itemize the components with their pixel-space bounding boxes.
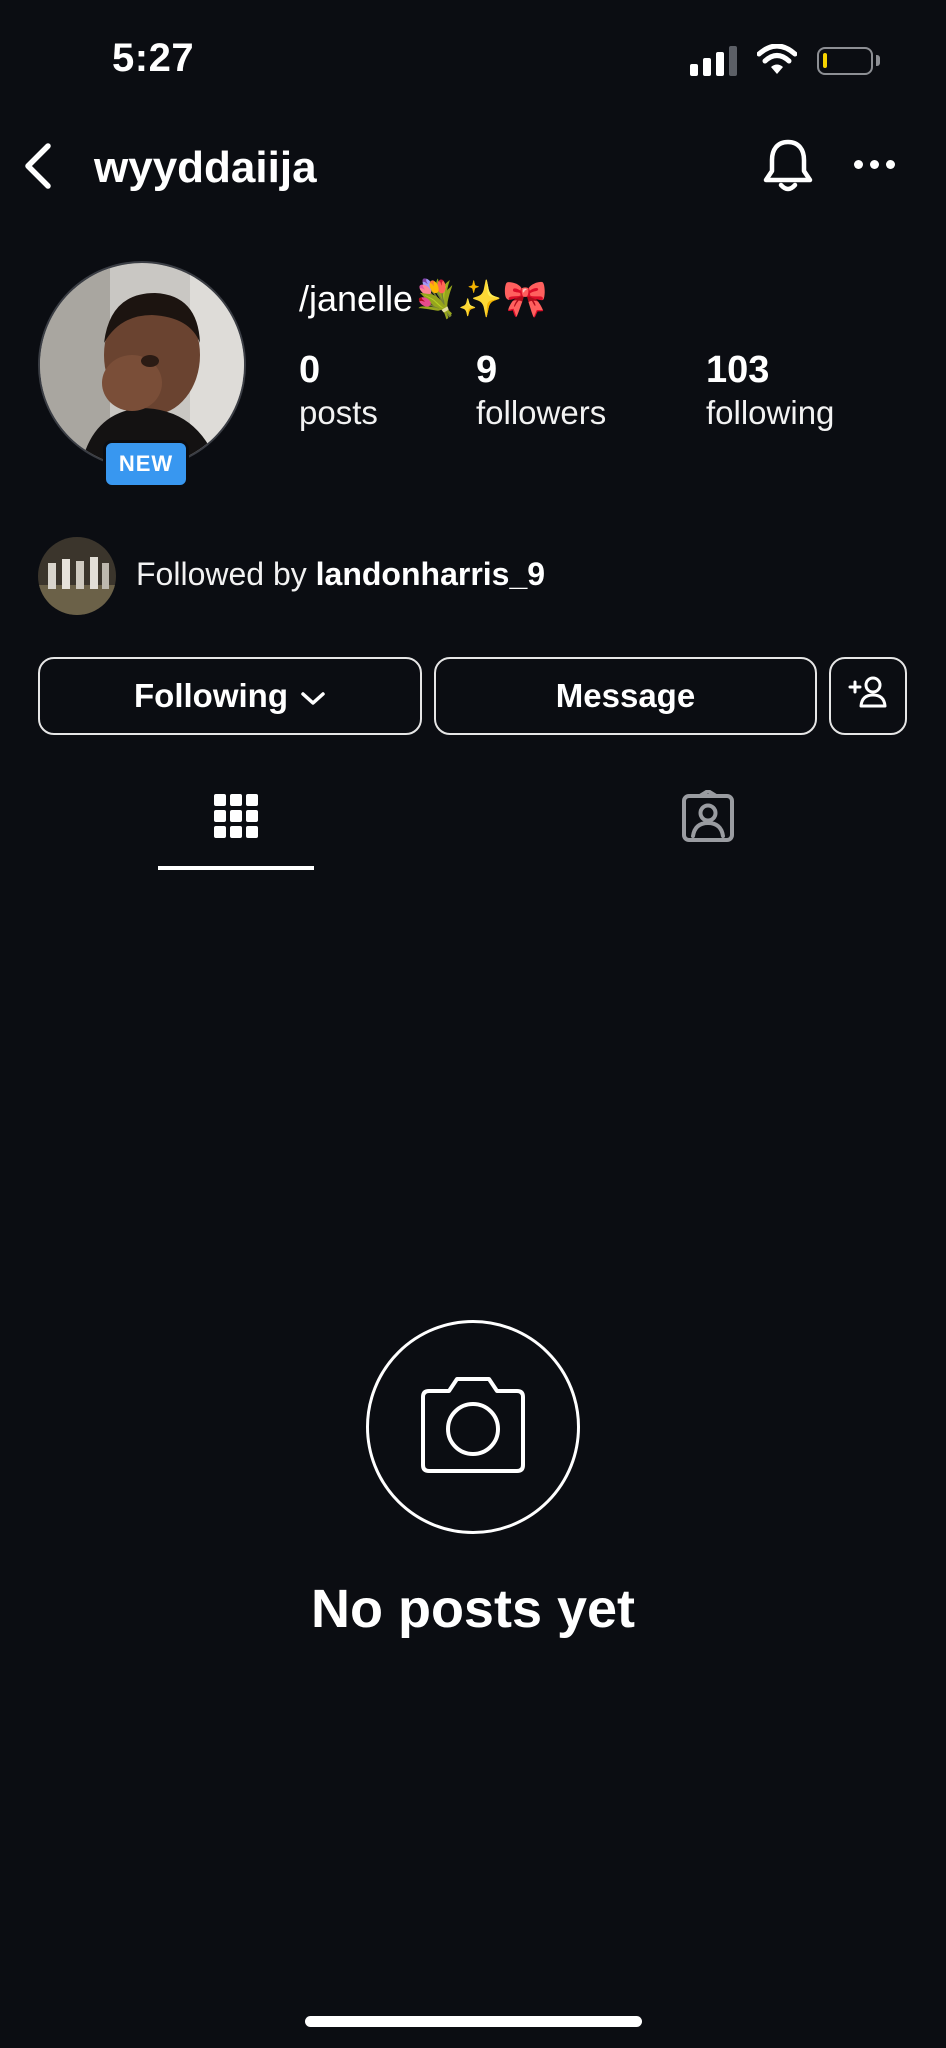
stat-followers-count: 9 xyxy=(476,349,498,391)
stat-following-count: 103 xyxy=(706,349,770,391)
profile-full-name: /janelle💐✨🎀 xyxy=(299,278,548,319)
message-button[interactable]: Message xyxy=(434,657,817,735)
stat-following[interactable]: 103 following xyxy=(706,347,834,433)
status-time: 5:27 xyxy=(112,36,195,80)
stat-following-label: following xyxy=(706,394,835,431)
followed-by-text[interactable]: Followed by landonharris_9 xyxy=(136,556,545,593)
profile-avatar[interactable] xyxy=(38,261,246,469)
followed-by-prefix: Followed by xyxy=(136,556,316,592)
stat-followers-label: followers xyxy=(476,394,607,431)
home-indicator[interactable] xyxy=(305,2016,642,2027)
followed-by-username: landonharris_9 xyxy=(315,556,546,592)
tab-tagged[interactable] xyxy=(630,780,786,872)
active-tab-indicator xyxy=(158,866,314,870)
add-person-icon xyxy=(848,674,888,718)
more-options-icon[interactable] xyxy=(854,160,895,169)
wifi-icon xyxy=(756,43,798,81)
camera-icon xyxy=(413,1373,533,1482)
stat-posts-count: 0 xyxy=(299,349,321,391)
tab-posts-grid[interactable] xyxy=(158,780,314,872)
battery-tip xyxy=(876,55,880,66)
profile-username: wyyddaiija xyxy=(94,143,317,192)
following-button[interactable]: Following xyxy=(38,657,422,735)
stat-followers[interactable]: 9 followers xyxy=(476,347,606,433)
battery-icon xyxy=(817,47,873,75)
new-badge: NEW xyxy=(103,440,189,488)
tagged-icon xyxy=(680,789,736,872)
suggested-users-button[interactable] xyxy=(829,657,907,735)
back-icon[interactable] xyxy=(20,140,56,197)
stat-posts: 0 posts xyxy=(299,347,378,433)
empty-state-title: No posts yet xyxy=(310,1579,636,1639)
following-button-label: Following xyxy=(134,677,288,714)
chevron-down-icon xyxy=(300,677,326,715)
cellular-signal-icon xyxy=(690,46,737,76)
bell-icon[interactable] xyxy=(758,136,818,201)
grid-icon xyxy=(212,792,260,872)
mutual-follower-avatar[interactable] xyxy=(38,537,116,615)
empty-state-circle xyxy=(366,1320,580,1534)
message-button-label: Message xyxy=(555,677,696,714)
stat-posts-label: posts xyxy=(299,394,378,431)
